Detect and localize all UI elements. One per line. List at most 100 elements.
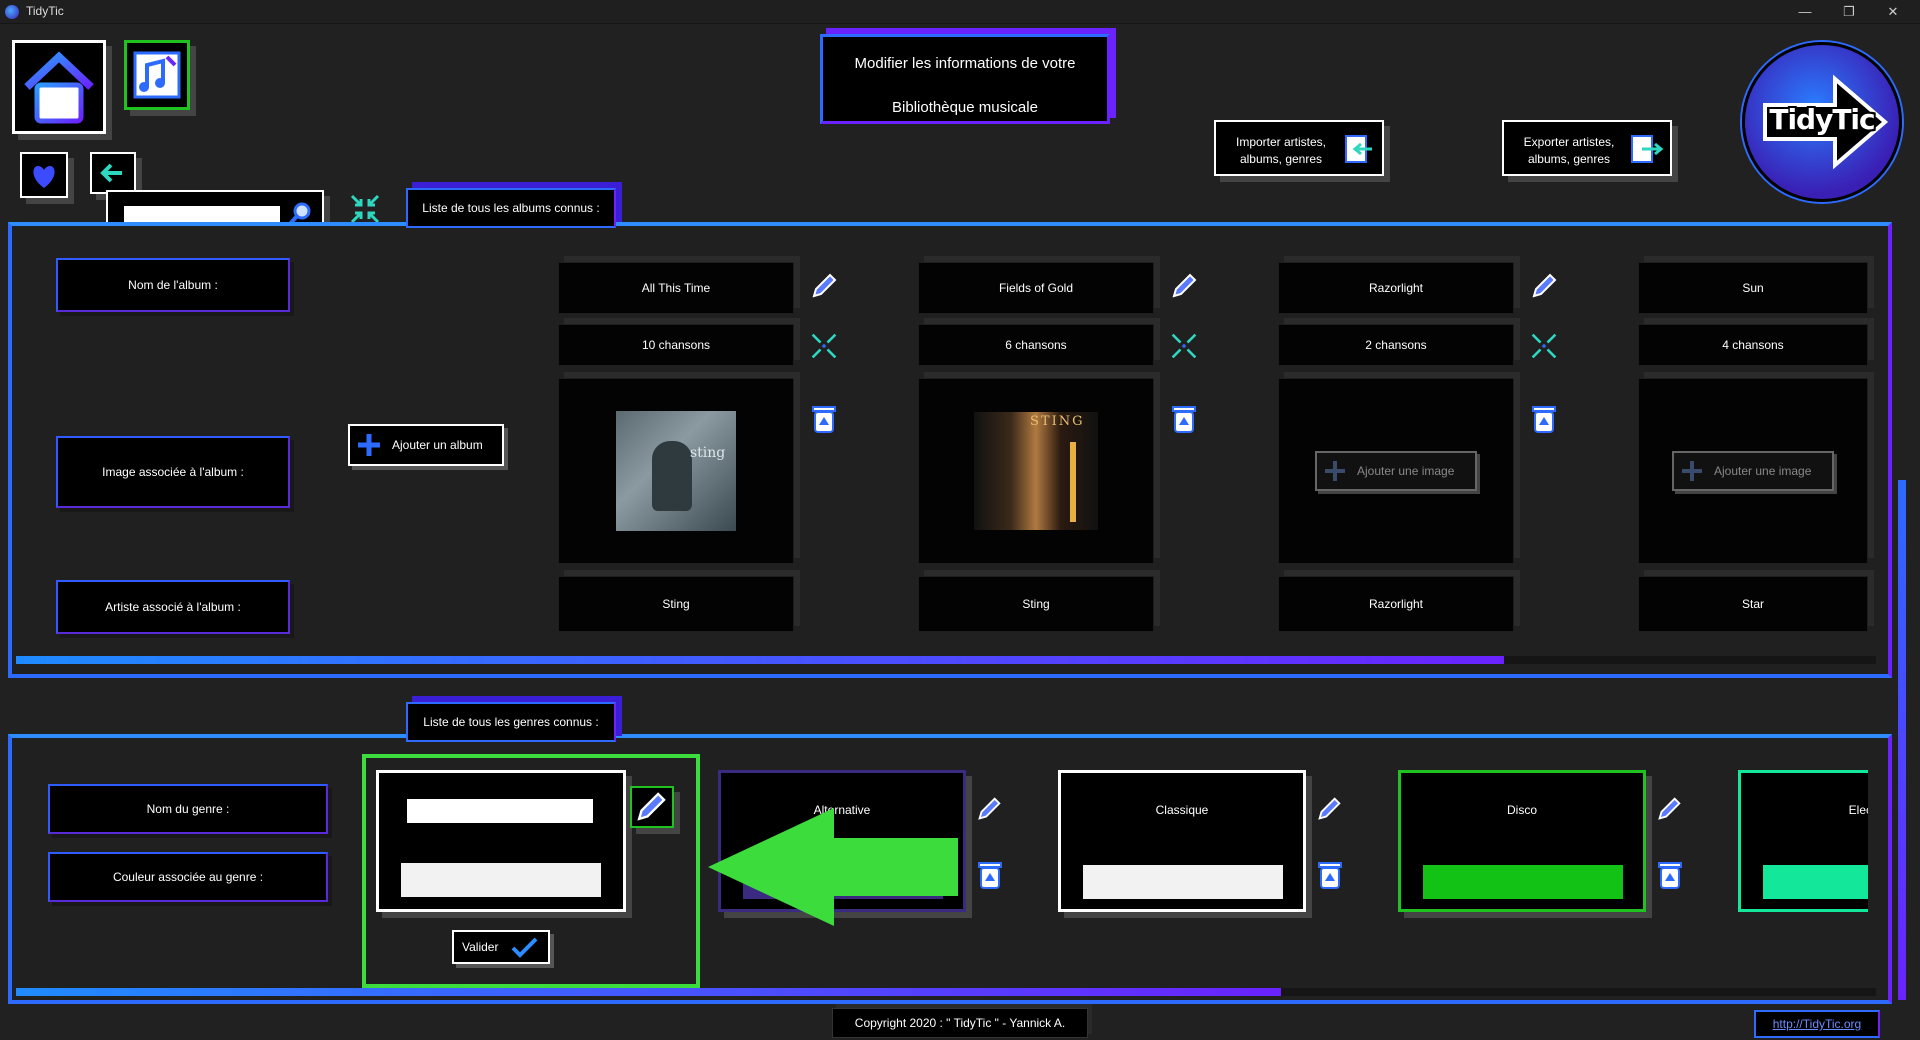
header-line2: Bibliothèque musicale — [892, 99, 1038, 116]
genre-color-row-label: Couleur associée au genre : — [48, 852, 328, 902]
genre-name: Elect — [1848, 803, 1868, 817]
genre-card-clip: Elect — [1738, 770, 1868, 912]
album-image-cell: Ajouter une image — [1638, 378, 1868, 564]
heart-icon — [33, 166, 55, 188]
plus-icon — [1682, 461, 1702, 481]
expand-album-button[interactable] — [1528, 330, 1560, 362]
album-name: All This Time — [558, 262, 794, 314]
maximize-button[interactable]: ❐ — [1826, 0, 1872, 24]
pencil-icon — [1172, 273, 1197, 298]
delete-album-button[interactable] — [1168, 402, 1200, 436]
expand-icon — [1531, 333, 1557, 359]
delete-genre-button[interactable] — [974, 858, 1006, 892]
genres-tab[interactable]: Liste de tous les genres connus : — [406, 702, 616, 742]
album-image-cell: STING — [918, 378, 1154, 564]
copyright-text: Copyright 2020 : " TidyTic " - Yannick A… — [832, 1008, 1088, 1038]
genre-color-swatch — [1083, 865, 1283, 899]
logo-text: TidyTic — [1769, 103, 1875, 136]
album-song-count: 10 chansons — [558, 324, 794, 366]
window-title: TidyTic — [26, 4, 64, 18]
collapse-albums-button[interactable] — [348, 192, 382, 226]
genre-name: Disco — [1506, 803, 1537, 817]
album-artist: Star — [1638, 576, 1868, 632]
album-name: Razorlight — [1278, 262, 1514, 314]
album-song-count: 4 chansons — [1638, 324, 1868, 366]
genre-card: Disco — [1398, 770, 1646, 912]
import-label-line1: Importer artistes, — [1235, 135, 1327, 149]
add-image-button[interactable]: Ajouter une image — [1672, 451, 1834, 491]
new-genre-card — [376, 770, 626, 912]
delete-genre-button[interactable] — [1314, 858, 1346, 892]
album-cover-image: STING — [974, 412, 1098, 530]
pencil-icon — [637, 792, 666, 821]
tidytic-logo: TidyTic — [1742, 42, 1902, 202]
expand-icon — [1171, 333, 1197, 359]
export-label-line2: albums, genres — [1527, 152, 1611, 166]
genres-scroll-thumb[interactable] — [16, 988, 1281, 996]
edit-genre-button[interactable] — [972, 792, 1006, 826]
favorites-button[interactable] — [20, 152, 68, 198]
edit-album-button[interactable] — [1166, 268, 1202, 304]
album-name-row-label: Nom de l'album : — [56, 258, 290, 312]
pencil-icon — [1532, 273, 1557, 298]
green-arrow-icon — [708, 808, 958, 926]
edit-genre-button[interactable] — [1652, 792, 1686, 826]
genre-name-row-label: Nom du genre : — [48, 784, 328, 834]
album-image-row-label: Image associée à l'album : — [56, 436, 290, 508]
header-line1: Modifier les informations de votre — [854, 55, 1076, 72]
plus-icon — [358, 434, 380, 456]
album-name: Fields of Gold — [918, 262, 1154, 314]
genre-card: Classique — [1058, 770, 1306, 912]
add-image-label: Ajouter une image — [1357, 464, 1455, 478]
album-song-count: 6 chansons — [918, 324, 1154, 366]
album-artist: Razorlight — [1278, 576, 1514, 632]
validate-genre-button[interactable]: Valider — [452, 930, 550, 964]
album-artist: Sting — [918, 576, 1154, 632]
validate-label: Valider — [462, 940, 499, 954]
home-button[interactable] — [12, 40, 106, 134]
website-link[interactable]: http://TidyTic.org — [1754, 1010, 1880, 1038]
pencil-icon — [1658, 797, 1681, 820]
plus-icon — [1325, 461, 1345, 481]
expand-album-button[interactable] — [1168, 330, 1200, 362]
new-genre-color-picker[interactable] — [401, 863, 601, 897]
app-icon — [5, 5, 19, 19]
collapse-icon — [350, 194, 380, 224]
edit-album-button[interactable] — [806, 268, 842, 304]
import-button[interactable]: Importer artistes, albums, genres — [1214, 120, 1384, 176]
minimize-button[interactable]: — — [1782, 0, 1828, 24]
page-header: Modifier les informations de votre Bibli… — [820, 34, 1110, 124]
genre-color-swatch — [1763, 865, 1868, 899]
delete-album-button[interactable] — [1528, 402, 1560, 436]
genre-card: Elect — [1738, 770, 1868, 912]
edit-new-genre-button[interactable] — [630, 786, 674, 828]
trash-icon — [1172, 406, 1196, 433]
arrow-left-icon — [100, 163, 122, 183]
export-label-line1: Exporter artistes, — [1523, 135, 1615, 149]
edit-genre-button[interactable] — [1312, 792, 1346, 826]
genre-name: Classique — [1155, 803, 1209, 817]
add-image-button[interactable]: Ajouter une image — [1315, 451, 1477, 491]
close-button[interactable]: ✕ — [1870, 0, 1916, 24]
pencil-icon — [1318, 797, 1341, 820]
trash-icon — [1532, 406, 1556, 433]
export-button[interactable]: Exporter artistes, albums, genres — [1502, 120, 1672, 176]
album-cover-image: sting — [616, 411, 736, 531]
pencil-icon — [812, 273, 837, 298]
genre-color-swatch — [1423, 865, 1623, 899]
albums-scroll-thumb[interactable] — [16, 656, 1504, 664]
back-button[interactable] — [90, 152, 136, 194]
edit-album-button[interactable] — [1526, 268, 1562, 304]
new-genre-name-input[interactable] — [407, 799, 593, 823]
add-album-label: Ajouter un album — [392, 438, 483, 452]
import-icon — [1345, 135, 1372, 163]
music-library-button[interactable] — [124, 40, 190, 110]
delete-album-button[interactable] — [808, 402, 840, 436]
vertical-scrollbar[interactable] — [1898, 480, 1906, 1000]
expand-album-button[interactable] — [808, 330, 840, 362]
album-artist-row-label: Artiste associé à l'album : — [56, 580, 290, 634]
add-album-button[interactable]: Ajouter un album — [348, 424, 504, 466]
delete-genre-button[interactable] — [1654, 858, 1686, 892]
checkmark-icon — [512, 937, 538, 958]
albums-tab[interactable]: Liste de tous les albums connus : — [406, 188, 616, 228]
